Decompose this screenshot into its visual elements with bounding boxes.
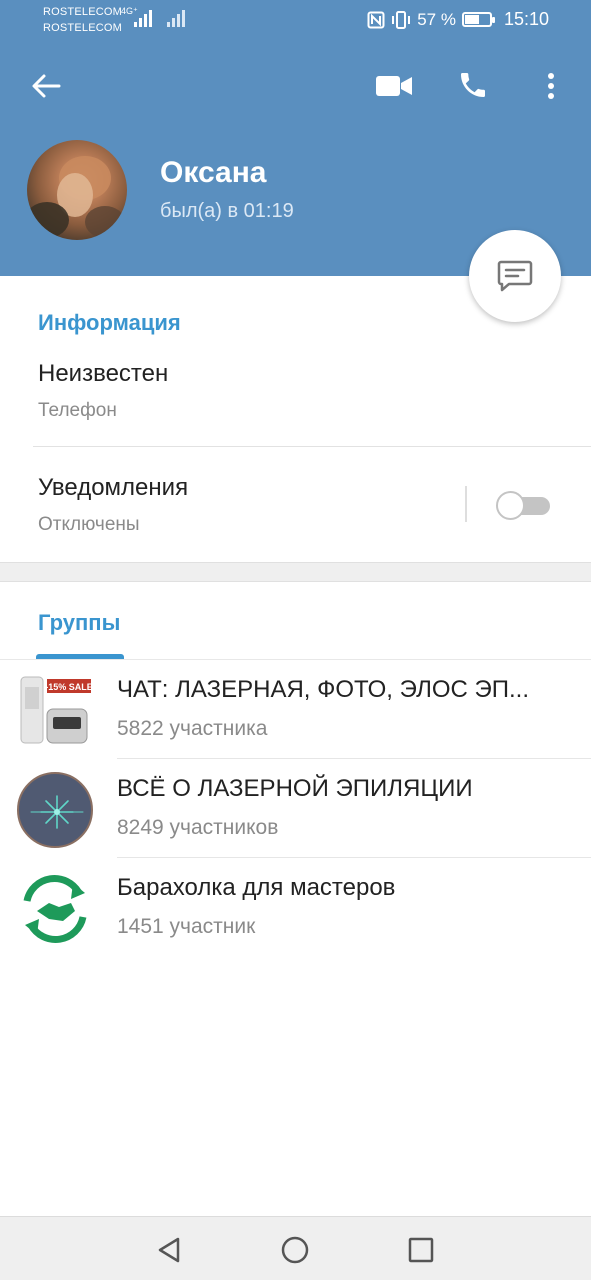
group-members: 8249 участников	[117, 816, 279, 839]
notifications-title: Уведомления	[38, 474, 189, 501]
system-nav-bar	[0, 1216, 591, 1280]
vertical-separator	[465, 486, 467, 522]
triangle-back-icon	[158, 1237, 180, 1263]
vibrate-icon	[392, 10, 411, 29]
operator-2: ROSTELECOM	[43, 22, 123, 34]
signal-icon-2	[167, 10, 185, 27]
video-call-button[interactable]	[372, 66, 416, 106]
groups-section-title[interactable]: Группы	[38, 610, 120, 636]
more-options-button[interactable]	[536, 66, 566, 106]
nav-home-button[interactable]	[278, 1233, 312, 1267]
phone-label: Телефон	[38, 400, 117, 421]
profile-name: Оксана	[160, 156, 267, 189]
arrow-left-icon	[32, 74, 61, 98]
notifications-toggle[interactable]	[496, 490, 552, 520]
battery-percent: 57 %	[417, 9, 456, 29]
group-avatar-laser-epilation	[17, 772, 93, 848]
handshake-recycle-icon	[23, 874, 87, 944]
battery-fill	[464, 15, 479, 24]
info-section-title: Информация	[38, 310, 181, 335]
status-bar: ROSTELECOM ROSTELECOM 4G⁺ 57 % 15:10	[0, 0, 591, 40]
circle-home-icon	[281, 1236, 309, 1264]
back-button[interactable]	[26, 66, 66, 106]
clock: 15:10	[503, 9, 549, 29]
video-camera-icon	[376, 76, 412, 96]
avatar[interactable]	[27, 140, 127, 240]
nav-recents-button[interactable]	[404, 1233, 438, 1267]
square-recents-icon	[408, 1237, 434, 1263]
battery-icon	[461, 12, 495, 27]
phone-row[interactable]: Неизвестен Телефон	[0, 350, 591, 446]
list-item[interactable]: -15% SALE ЧАТ: ЛАЗЕРНАЯ, ФОТО, ЭЛОС ЭП..…	[0, 660, 591, 759]
toggle-knob	[496, 491, 525, 520]
nav-back-button[interactable]	[152, 1233, 186, 1267]
nfc-icon	[367, 11, 385, 28]
group-members: 5822 участника	[117, 717, 268, 740]
last-seen: был(а) в 01:19	[160, 200, 294, 222]
section-gap	[0, 562, 591, 582]
notifications-state: Отключены	[38, 514, 140, 535]
group-title: Барахолка для мастеров	[117, 874, 396, 901]
group-avatar-flea-market	[17, 871, 93, 947]
message-icon	[497, 260, 533, 292]
avatar-photo	[27, 156, 125, 238]
list-item[interactable]: ВСЁ О ЛАЗЕРНОЙ ЭПИЛЯЦИИ 8249 участников	[0, 759, 591, 858]
signal-icon	[134, 10, 152, 27]
laser-burst-icon	[30, 795, 84, 829]
operator-1: ROSTELECOM	[43, 6, 123, 18]
phone-icon	[461, 73, 485, 97]
group-title: ВСЁ О ЛАЗЕРНОЙ ЭПИЛЯЦИИ	[117, 775, 473, 802]
phone-value: Неизвестен	[38, 360, 169, 387]
group-members: 1451 участник	[117, 915, 256, 938]
status-right: 57 % 15:10	[367, 9, 549, 30]
sale-badge-text: -15% SALE	[45, 682, 93, 692]
list-item[interactable]: Барахолка для мастеров 1451 участник	[0, 858, 591, 957]
group-avatar-laser-chat: -15% SALE	[17, 673, 93, 749]
send-message-button[interactable]	[469, 230, 561, 322]
more-vertical-icon	[548, 73, 554, 99]
call-button[interactable]	[452, 64, 494, 106]
device-image: -15% SALE	[20, 676, 93, 744]
notifications-row[interactable]: Уведомления Отключены	[0, 447, 450, 561]
group-title: ЧАТ: ЛАЗЕРНАЯ, ФОТО, ЭЛОС ЭП...	[117, 676, 530, 703]
